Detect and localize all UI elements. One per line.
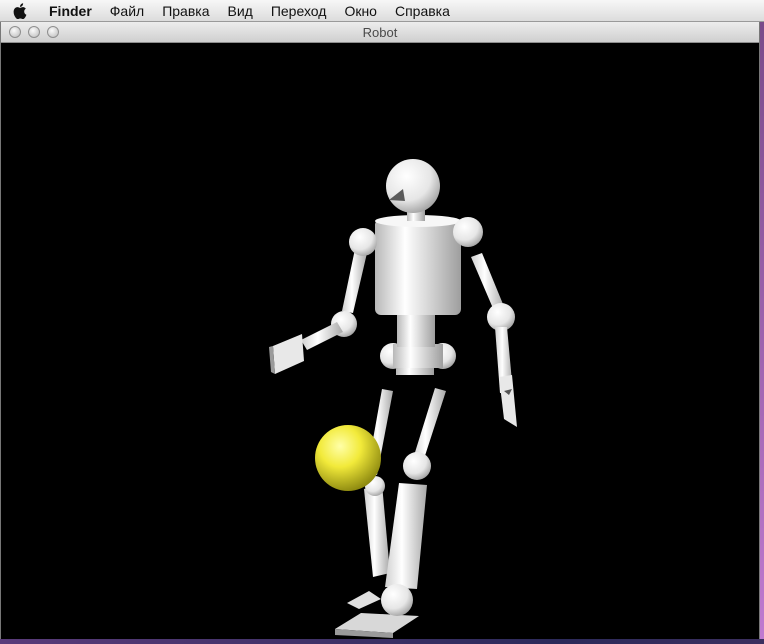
window-controls (9, 26, 59, 38)
menu-help[interactable]: Справка (386, 0, 459, 22)
menu-edit[interactable]: Правка (153, 0, 218, 22)
window-titlebar[interactable]: Robot (1, 22, 759, 43)
robot-shin-back (364, 484, 390, 577)
robot-foot-right (347, 591, 381, 609)
robot-torso (375, 219, 461, 315)
robot-head (386, 159, 440, 213)
apple-icon (13, 2, 27, 19)
robot-shoulder-right (453, 217, 483, 247)
robot-shoulder-left (349, 228, 377, 256)
menu-bar: Finder Файл Правка Вид Переход Окно Спра… (0, 0, 764, 22)
robot-window: Robot (0, 22, 760, 639)
opengl-viewport[interactable] (1, 43, 759, 639)
robot-forearm-left (301, 322, 343, 350)
robot-hand-left (273, 334, 304, 374)
robot-hip (393, 344, 443, 368)
window-title: Robot (362, 25, 398, 40)
apple-menu[interactable] (0, 2, 40, 19)
zoom-button[interactable] (47, 26, 59, 38)
menu-window[interactable]: Окно (335, 0, 386, 22)
menu-go[interactable]: Переход (262, 0, 336, 22)
close-button[interactable] (9, 26, 21, 38)
menu-finder[interactable]: Finder (40, 0, 101, 22)
desktop-edge (760, 22, 764, 639)
minimize-button[interactable] (28, 26, 40, 38)
robot-upper-arm-left (342, 249, 367, 313)
menu-file[interactable]: Файл (101, 0, 153, 22)
robot-shin-front (385, 483, 427, 589)
yellow-ball (315, 425, 381, 491)
robot-ankle (381, 584, 413, 616)
robot-hand-right (499, 375, 517, 427)
robot-knee-front (403, 452, 431, 480)
robot-scene (269, 159, 517, 638)
menu-view[interactable]: Вид (219, 0, 262, 22)
